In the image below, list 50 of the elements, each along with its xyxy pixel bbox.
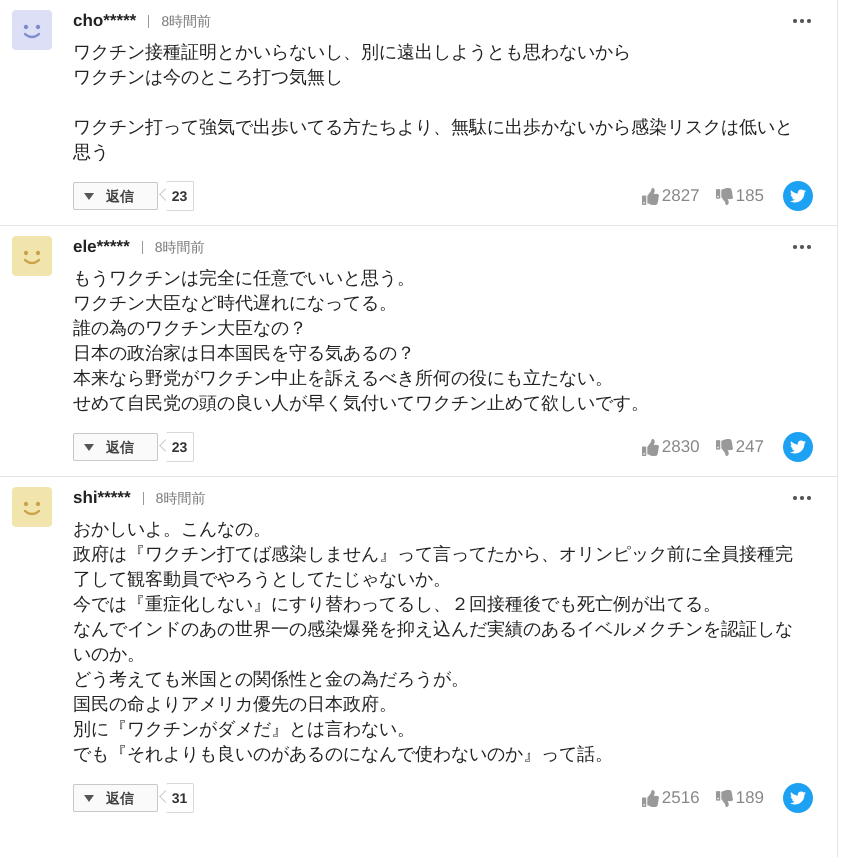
- comment-line: 政府は『ワクチン打てば感染しません』って言ってたから、オリンピック前に全員接種完了して観客動員でやろうとしてたじゃないか。: [73, 543, 793, 591]
- caret-icon: [84, 794, 94, 802]
- comment-line: 別に『ワクチンがダメだ』とは言わない。: [73, 718, 416, 741]
- bird-share-button[interactable]: [783, 181, 813, 211]
- dislike-count: 185: [736, 185, 764, 208]
- timestamp: 8時間前: [156, 488, 206, 508]
- thumbs-down-icon[interactable]: [716, 188, 733, 204]
- comment-line: ワクチン大臣など時代遅れになってる。: [73, 292, 398, 315]
- comment-line: 国民の命よりアメリカ優先の日本政府。: [73, 693, 398, 716]
- reply-count: 23: [166, 432, 194, 462]
- comment-line: なんでインドのあの世界一の感染爆発を抑え込んだ実績のあるイベルメクチンを認証しないのか。: [73, 618, 793, 666]
- thumbs-down-icon[interactable]: [716, 438, 733, 456]
- dislike-count: 189: [736, 787, 764, 810]
- bird-icon: [790, 188, 806, 204]
- bird-icon: [790, 439, 806, 455]
- comment-line: ワクチン打って強気で出歩いてる方たちより、無駄に出歩かないから感染リスクは低いと思う: [73, 116, 793, 164]
- like-count: 2827: [662, 185, 700, 208]
- comment-line: もうワクチンは完全に任意でいいと思う。: [73, 267, 416, 290]
- bird-share-button[interactable]: [783, 783, 813, 813]
- reply-count: 31: [166, 783, 194, 813]
- caret-icon: [84, 444, 94, 450]
- timestamp: 8時間前: [154, 238, 205, 256]
- reply-button[interactable]: 返信: [73, 433, 158, 461]
- comment-line: せめて自民党の頭の良い人が早く気付いてワクチン止めて欲しいです。: [73, 392, 650, 415]
- thumbs-down-icon[interactable]: [716, 790, 733, 806]
- reply-count: 23: [166, 181, 194, 211]
- comment-line: 今では『重症化しない』にすり替わってるし、２回接種後でも死亡例が出てる。: [73, 593, 722, 616]
- like-count: 2830: [662, 436, 700, 458]
- comment-line: 本来なら野党がワクチン中止を訴えるべき所何の役にも立たない。: [73, 367, 614, 390]
- comment-line: でも『それよりも良いのがあるのになんで使わないのか』って話。: [73, 743, 614, 766]
- timestamp: 8時間前: [161, 12, 212, 30]
- comment-line: どう考えても米国との関係性と金の為だろうが。: [73, 668, 470, 691]
- thumbs-up-icon[interactable]: [642, 188, 659, 204]
- comment-line: おかしいよ。こんなの。: [73, 518, 272, 541]
- reply-button[interactable]: 返信: [73, 182, 158, 210]
- comment-line: 誰の為のワクチン大臣なの？: [73, 317, 308, 340]
- caret-icon: [84, 192, 94, 200]
- username[interactable]: cho*****: [73, 8, 136, 34]
- comment-line: ワクチンは今のところ打つ気無し: [73, 66, 344, 89]
- thumbs-up-icon[interactable]: [642, 790, 659, 806]
- comment-line: 日本の政治家は日本国民を守る気あるの？: [73, 342, 416, 365]
- like-count: 2516: [662, 787, 700, 810]
- bird-share-button[interactable]: [783, 432, 813, 462]
- thumbs-up-icon[interactable]: [642, 438, 659, 456]
- dislike-count: 247: [736, 436, 764, 458]
- comment-line: ワクチン接種証明とかいらないし、別に遠出しようとも思わないから: [73, 41, 632, 64]
- reply-button[interactable]: 返信: [73, 784, 158, 812]
- bird-icon: [790, 790, 806, 806]
- username[interactable]: ele*****: [73, 234, 130, 260]
- username[interactable]: shi*****: [73, 485, 131, 511]
